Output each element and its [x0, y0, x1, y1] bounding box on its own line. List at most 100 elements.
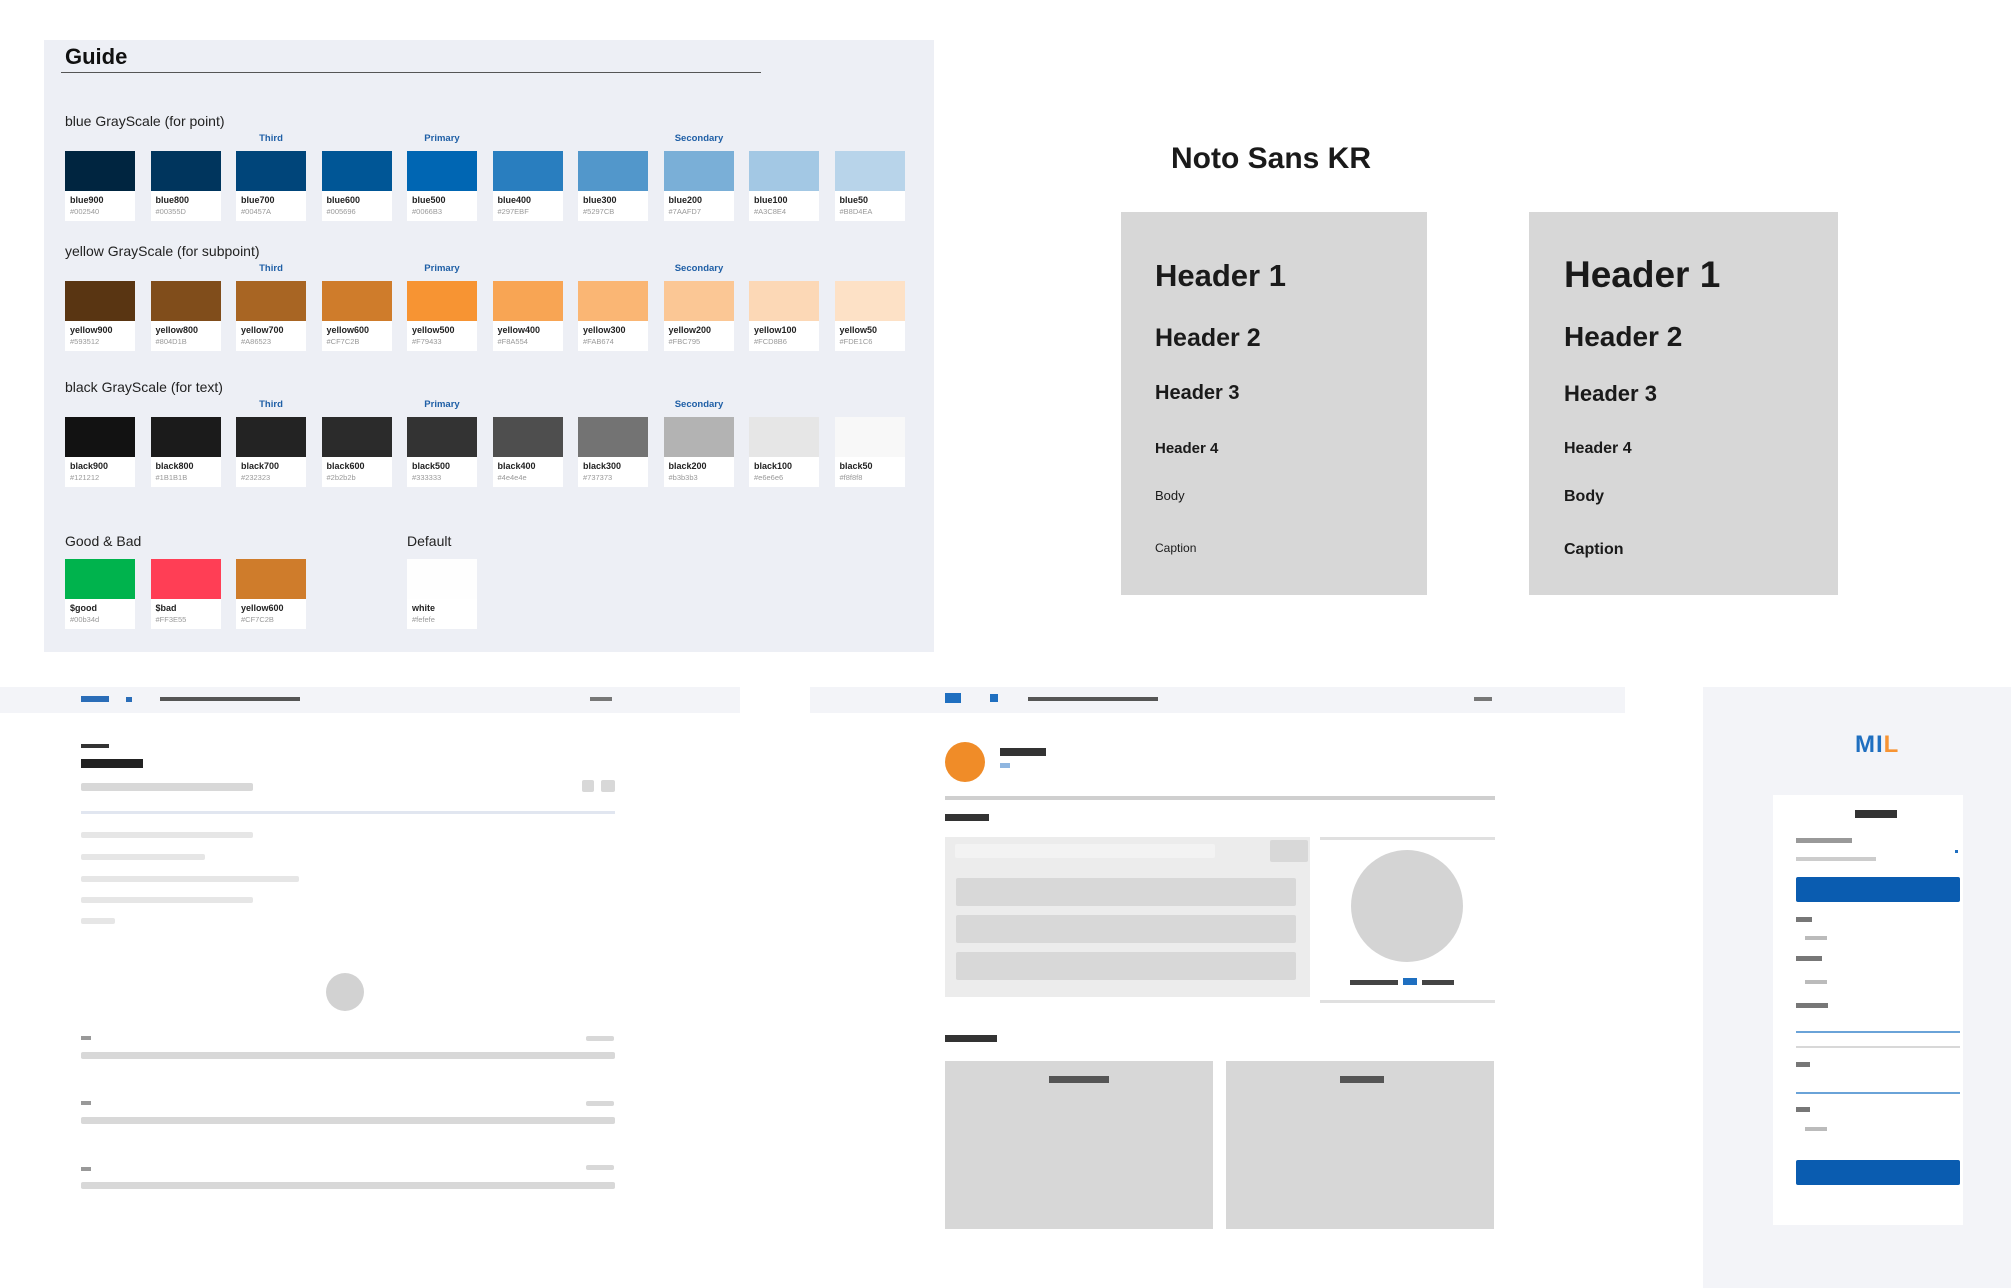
header-1-sample: Header 1: [1564, 254, 1721, 295]
color-swatch: blue500 #0066B3: [407, 151, 477, 221]
result-row[interactable]: [956, 915, 1296, 943]
color-swatch: yellow600 #CF7C2B: [321, 281, 392, 351]
field-value[interactable]: [1805, 1127, 1827, 1131]
color-swatch: blue100 #A3C8E4: [749, 151, 819, 221]
nav-user-links[interactable]: [1474, 697, 1492, 701]
third-marker: Third: [259, 133, 283, 144]
swatch-name: black300: [583, 461, 622, 471]
swatch-name: yellow100: [754, 325, 797, 335]
swatch-hex: #FDE1C6: [839, 337, 873, 346]
card-title: [1049, 1076, 1109, 1083]
swatch-name: blue100: [754, 195, 788, 205]
field-value[interactable]: [1796, 857, 1876, 861]
nav-user-links[interactable]: [590, 697, 612, 701]
swatch-hex: #5297CB: [583, 207, 615, 216]
color-swatch: black300 #737373: [578, 417, 648, 487]
nav-logo[interactable]: [81, 696, 109, 702]
result-row[interactable]: [956, 878, 1296, 906]
swatch-color: [663, 417, 734, 457]
field-underline: [1796, 1046, 1960, 1048]
swatch-hex: #CF7C2B: [241, 615, 274, 624]
detail-line: [81, 832, 253, 838]
color-swatch: yellow700 #A86523: [236, 281, 306, 351]
submit-button[interactable]: [1796, 1160, 1960, 1185]
color-swatch: blue200 #7AAFD7: [663, 151, 734, 221]
search-input[interactable]: [955, 844, 1215, 858]
color-swatch: black500 #333333: [407, 417, 477, 487]
progress-row: [81, 1182, 615, 1189]
item-meta: [586, 1036, 614, 1041]
color-guide-panel: Guide blue GrayScale (for point) Third P…: [44, 40, 934, 652]
color-swatch: blue600 #005696: [321, 151, 392, 221]
nav-dot: [126, 697, 132, 702]
nav-menu-items[interactable]: [160, 697, 300, 701]
color-swatch: black400 #4e4e4e: [492, 417, 563, 487]
color-swatch: blue400 #297EBF: [492, 151, 563, 221]
swatch-hex: #0066B3: [412, 207, 443, 216]
search-button[interactable]: [1270, 840, 1308, 862]
page-breadcrumb: [81, 744, 109, 748]
color-swatch: black700 #232323: [236, 417, 306, 487]
nav-menu-items[interactable]: [1028, 697, 1158, 701]
swatch-color: [663, 151, 734, 191]
swatch-name: yellow200: [668, 325, 712, 335]
body-sample: Body: [1564, 488, 1604, 505]
swatch-hex: #00355D: [155, 207, 186, 216]
stats-highlight: [1403, 978, 1417, 985]
swatch-color: [407, 151, 477, 191]
result-row[interactable]: [956, 952, 1296, 980]
primary-button[interactable]: [1796, 877, 1960, 902]
header-3-sample: Header 3: [1155, 382, 1240, 404]
swatch-name: black100: [754, 461, 793, 471]
swatch-color: [407, 559, 477, 599]
nav-logo[interactable]: [945, 693, 961, 703]
caption-sample: Caption: [1564, 541, 1624, 558]
color-swatch: blue300 #5297CB: [578, 151, 648, 221]
color-swatch: yellow300 #FAB674: [578, 281, 648, 351]
swatch-name: black500: [412, 461, 451, 471]
color-swatch: black100 #e6e6e6: [749, 417, 819, 487]
swatch-color: [65, 281, 135, 321]
section-heading: [945, 1035, 997, 1042]
progress-row: [81, 1117, 615, 1124]
swatch-color: [407, 417, 477, 457]
swatch-name: blue900: [70, 195, 104, 205]
swatch-color: [834, 281, 905, 321]
type-scale-card: Header 1 Header 2 Header 3 Header 4 Body…: [1121, 212, 1427, 595]
default-label: Default: [407, 533, 452, 549]
swatch-name: yellow700: [241, 325, 284, 335]
swatch-color: [492, 417, 563, 457]
swatch-hex: #1B1B1B: [155, 473, 188, 482]
action-button[interactable]: [601, 780, 615, 792]
swatch-hex: #4e4e4e: [497, 473, 527, 482]
swatch-name: yellow600: [241, 603, 284, 613]
secondary-marker: Secondary: [674, 399, 724, 410]
action-button[interactable]: [582, 780, 594, 792]
content-card[interactable]: [945, 1061, 1213, 1229]
swatch-name: black200: [668, 461, 707, 471]
logo-mi: MI: [1855, 731, 1884, 758]
field-underline: [1796, 1031, 1960, 1033]
profile-divider: [945, 796, 1495, 800]
swatch-color: [749, 151, 819, 191]
detail-line: [81, 918, 115, 924]
swatch-name: white: [412, 603, 436, 613]
swatch-color: [492, 151, 563, 191]
detail-line: [81, 897, 253, 903]
swatch-name: black600: [326, 461, 365, 471]
field-value[interactable]: [1805, 936, 1827, 940]
black-grayscale-label: black GrayScale (for text): [65, 379, 223, 395]
color-swatch: black50 #f8f8f8: [834, 417, 905, 487]
field-value[interactable]: [1805, 980, 1827, 984]
swatch-hex: #FBC795: [668, 337, 701, 346]
color-swatch: yellow900 #593512: [65, 281, 135, 351]
profile-subtext: [1000, 763, 1010, 768]
swatch-hex: #333333: [412, 473, 442, 482]
profile-name: [1000, 748, 1046, 756]
profile-avatar[interactable]: [945, 742, 985, 782]
header-3-sample: Header 3: [1564, 381, 1657, 406]
guide-title-divider: [61, 72, 761, 73]
content-card[interactable]: [1226, 1061, 1494, 1229]
swatch-hex: #005696: [326, 207, 356, 216]
item-meta: [586, 1101, 614, 1106]
